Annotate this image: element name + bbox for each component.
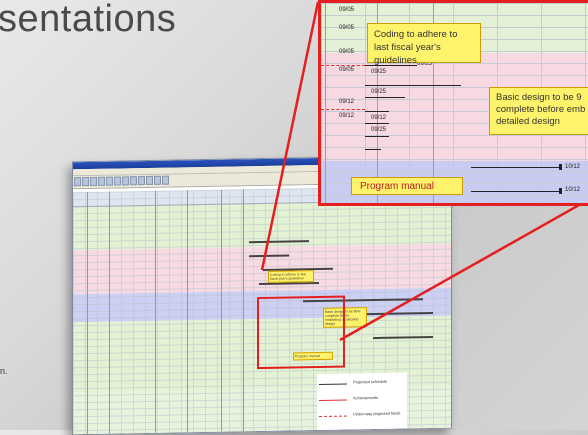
toolbar-button[interactable]	[154, 175, 161, 185]
toolbar-button[interactable]	[122, 176, 129, 186]
legend-row: Achievements	[317, 394, 407, 406]
legend-row: Projected schedule	[317, 378, 407, 390]
schedule-line	[365, 149, 381, 150]
date-label: 10/12	[565, 164, 581, 170]
column-divider	[155, 190, 156, 433]
schedule-line	[471, 167, 561, 168]
column-divider	[187, 190, 188, 433]
date-label: 09/25	[371, 69, 387, 75]
legend-swatch	[319, 399, 347, 402]
milestone-marker	[559, 164, 562, 170]
underway-line	[321, 65, 365, 66]
schedule-line	[365, 136, 389, 137]
toolbar-button[interactable]	[90, 176, 97, 187]
date-label: 09/05	[339, 67, 355, 73]
column-divider	[221, 189, 222, 432]
toolbar-button[interactable]	[130, 176, 137, 186]
legend: Projected schedule Achievements Under-wa…	[317, 372, 407, 435]
legend-row: Under-way projected finish	[317, 410, 407, 422]
legend-swatch	[319, 415, 347, 418]
slide-headline: sentations	[0, 0, 177, 40]
note-coding-guidelines: Coding to adhere to last fiscal year's g…	[367, 23, 481, 66]
schedule-line	[471, 191, 561, 192]
note-basic-design: Basic design to be 9 complete before emb…	[489, 87, 588, 135]
column-divider	[109, 191, 110, 434]
toolbar-button[interactable]	[138, 176, 145, 186]
legend-label: Achievements	[353, 394, 379, 401]
date-label: 09/05	[339, 25, 355, 31]
schedule-line	[365, 111, 389, 112]
zoom-divider	[325, 3, 326, 203]
footnote: n.	[0, 366, 8, 376]
legend-label: Under-way projected finish	[353, 410, 401, 417]
mini-note-coding: Coding to adhere to last fiscal year's g…	[268, 270, 314, 284]
date-label: 09/05	[339, 49, 355, 55]
toolbar-button[interactable]	[162, 175, 169, 185]
legend-swatch	[319, 383, 347, 386]
date-label: 09/25	[371, 89, 387, 95]
date-label: 09/05	[339, 7, 355, 13]
milestone-marker	[559, 188, 562, 194]
zoom-panel: 09/05 09/05 09/05 09/05 09/25 09/25 09/1…	[318, 0, 588, 206]
date-label: 09/12	[371, 115, 387, 121]
column-divider	[243, 189, 244, 432]
toolbar-button[interactable]	[98, 176, 105, 186]
toolbar-button[interactable]	[74, 177, 81, 187]
label-program-manual: Program manual	[351, 177, 463, 195]
gantt-sheet: Coding to adhere to last fiscal year's g…	[73, 185, 451, 435]
date-label: 09/12	[339, 113, 355, 119]
schedule-line	[365, 97, 405, 98]
underway-line	[321, 109, 365, 110]
date-label: 09/12	[339, 99, 355, 105]
zoom-highlight-box	[257, 295, 345, 370]
schedule-line	[365, 85, 461, 86]
toolbar-button[interactable]	[114, 176, 121, 186]
toolbar-button[interactable]	[82, 177, 89, 187]
column-divider	[87, 192, 88, 435]
legend-label: Projected schedule	[353, 378, 388, 385]
schedule-line	[365, 123, 389, 124]
toolbar-button[interactable]	[146, 175, 153, 186]
date-label: 10/12	[565, 187, 581, 193]
date-label: 09/25	[371, 127, 387, 133]
toolbar-button[interactable]	[106, 176, 113, 186]
